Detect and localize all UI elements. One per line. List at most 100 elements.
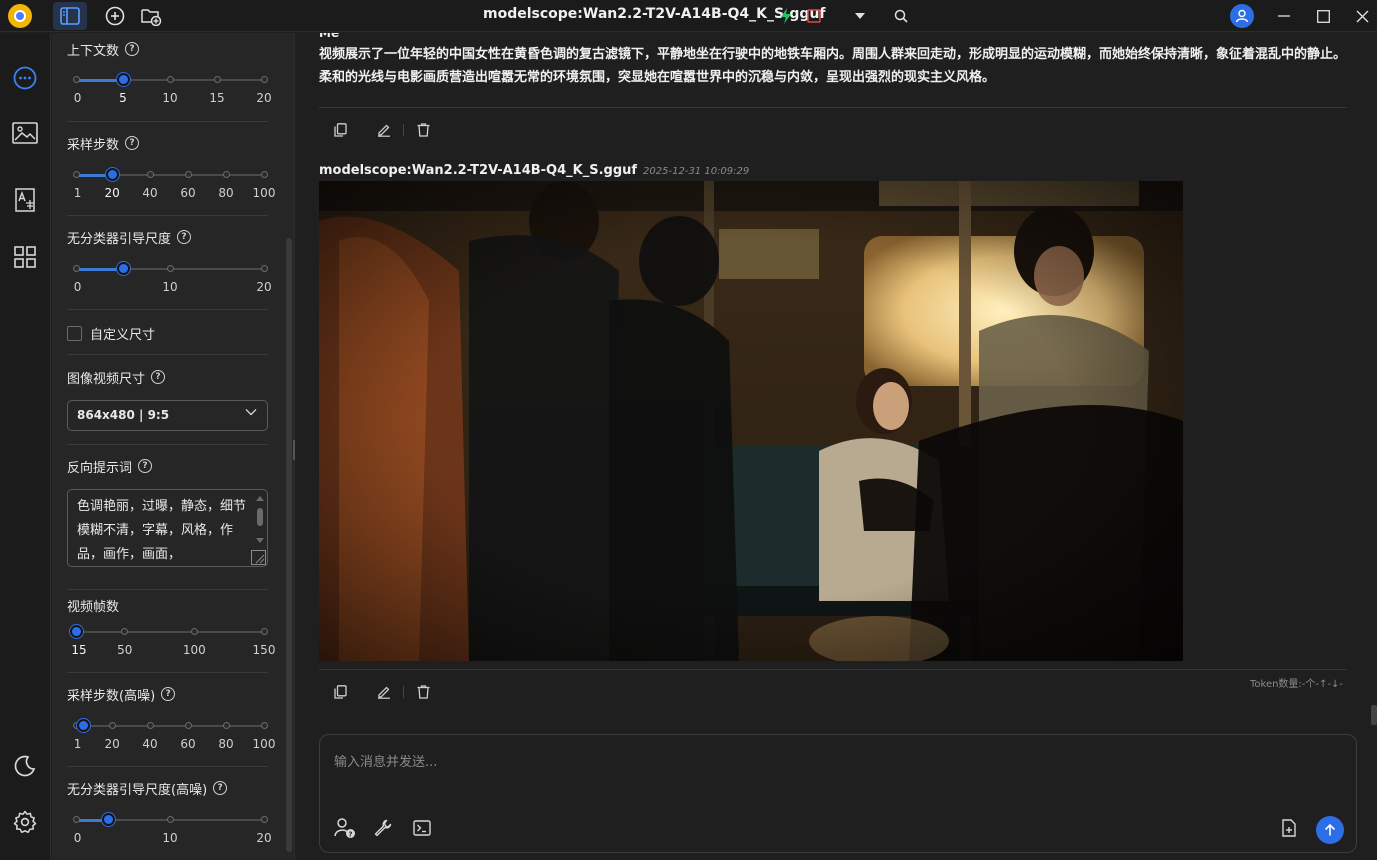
image-video-size-setting: 图像视频尺寸? xyxy=(67,367,268,387)
cfg-scale-high-slider[interactable]: 0 10 20 xyxy=(67,813,272,847)
help-icon[interactable]: ? xyxy=(161,687,176,701)
custom-size-setting[interactable]: 自定义尺寸 xyxy=(67,323,268,343)
message-input-box[interactable]: 输入消息并发送... ? xyxy=(319,734,1357,853)
slider-knob[interactable] xyxy=(116,262,130,275)
edit-button[interactable] xyxy=(375,683,393,701)
arrow-up-icon xyxy=(1324,823,1336,836)
moon-icon xyxy=(14,755,36,777)
wrench-icon xyxy=(374,819,392,837)
settings-button[interactable] xyxy=(8,805,42,839)
textarea-scrollbar[interactable] xyxy=(257,508,263,526)
cfg-scale-slider[interactable]: 0 10 20 xyxy=(67,262,272,296)
close-button[interactable] xyxy=(1345,0,1377,32)
trash-icon xyxy=(417,123,429,137)
video-frames-slider[interactable]: 15 50 100 150 xyxy=(67,625,275,659)
terminal-button[interactable] xyxy=(411,817,433,839)
slider-marks: 0 10 20 xyxy=(67,280,272,294)
message-divider xyxy=(319,107,1347,108)
new-folder-button[interactable] xyxy=(134,2,168,30)
ai-sender-name: modelscope:Wan2.2-T2V-A14B-Q4_K_S.gguf xyxy=(319,163,638,178)
maximize-icon xyxy=(1316,9,1330,23)
assistant-role-button[interactable]: ? xyxy=(334,817,356,839)
ai-sender-row: modelscope:Wan2.2-T2V-A14B-Q4_K_S.gguf 20… xyxy=(319,163,749,178)
slider[interactable] xyxy=(69,625,268,639)
slider[interactable] xyxy=(72,73,268,87)
help-icon[interactable]: ? xyxy=(125,136,140,150)
slider[interactable] xyxy=(72,719,268,733)
scroll-up-icon[interactable] xyxy=(256,495,264,501)
send-button[interactable] xyxy=(1316,816,1344,844)
delete-button[interactable] xyxy=(414,683,432,701)
connection-status[interactable] xyxy=(772,2,800,30)
slider-knob[interactable] xyxy=(105,168,119,181)
maximize-button[interactable] xyxy=(1306,0,1340,32)
help-icon[interactable]: ? xyxy=(177,230,192,244)
slider-tick xyxy=(146,722,154,729)
negative-prompt-text: 色调艳丽，过曝，静态，细节模糊不清，字幕，风格，作品，画作，画面， xyxy=(77,499,247,562)
slider[interactable] xyxy=(72,813,268,827)
folder-add-icon xyxy=(141,9,162,26)
user-question-icon: ? xyxy=(334,818,355,839)
slider-knob[interactable] xyxy=(77,719,91,732)
slider-marks: 1 20 40 60 80 100 xyxy=(67,186,276,200)
stop-button[interactable] xyxy=(800,2,828,30)
minimize-button[interactable] xyxy=(1267,0,1301,32)
generated-video[interactable] xyxy=(319,181,1183,661)
image-video-size-select[interactable]: 864x480 | 9:5 xyxy=(67,400,268,431)
pencil-icon xyxy=(378,686,390,699)
attach-file-button[interactable] xyxy=(1278,817,1300,839)
search-button[interactable] xyxy=(884,2,918,30)
slider-knob[interactable] xyxy=(116,73,130,86)
model-dropdown-button[interactable] xyxy=(843,2,877,30)
user-account-button[interactable] xyxy=(1227,2,1257,30)
copy-button[interactable] xyxy=(331,121,349,139)
svg-text:?: ? xyxy=(348,831,352,839)
nav-rail xyxy=(0,33,51,860)
nav-chat[interactable] xyxy=(8,61,42,95)
copy-button[interactable] xyxy=(331,683,349,701)
resize-handle-icon[interactable] xyxy=(251,550,266,565)
slider-mark-label: 100 xyxy=(252,186,276,200)
right-panel-handle[interactable] xyxy=(1371,705,1377,725)
sampling-steps-high-setting: 采样步数(高噪)? xyxy=(67,684,268,704)
help-icon[interactable]: ? xyxy=(138,459,153,473)
message-timestamp: 2025-12-31 10:09:29 xyxy=(643,166,750,177)
delete-button[interactable] xyxy=(414,121,432,139)
user-message-actions xyxy=(331,121,432,139)
slider[interactable] xyxy=(72,262,268,276)
slider-tick xyxy=(260,265,268,272)
slider-knob[interactable] xyxy=(69,625,83,638)
help-icon[interactable]: ? xyxy=(213,781,228,795)
nav-images[interactable] xyxy=(8,116,42,150)
help-icon[interactable]: ? xyxy=(151,370,166,384)
slider-mark-label: 60 xyxy=(180,186,196,200)
plus-circle-icon xyxy=(105,6,125,26)
copy-icon xyxy=(333,123,347,137)
tools-button[interactable] xyxy=(372,817,394,839)
slider-tick xyxy=(72,171,80,178)
settings-scrollbar[interactable] xyxy=(286,238,292,852)
scroll-down-icon[interactable] xyxy=(256,538,264,544)
edit-button[interactable] xyxy=(375,121,393,139)
nav-translate[interactable] xyxy=(8,183,42,217)
new-chat-button[interactable] xyxy=(98,2,132,30)
context-count-slider[interactable]: 0 5 10 15 20 xyxy=(67,73,272,107)
sampling-steps-high-slider[interactable]: 1 20 40 60 80 100 xyxy=(67,719,275,753)
slider[interactable] xyxy=(72,168,268,182)
toggle-sidebar-button[interactable] xyxy=(53,2,87,30)
slider-knob[interactable] xyxy=(102,813,116,826)
video-frame-image xyxy=(319,181,1183,661)
custom-size-checkbox[interactable] xyxy=(67,325,82,341)
slider-tick xyxy=(72,265,80,272)
message-input[interactable]: 输入消息并发送... xyxy=(334,751,437,770)
theme-toggle-button[interactable] xyxy=(8,749,42,783)
minimize-icon xyxy=(1278,15,1290,17)
negative-prompt-textarea[interactable]: 色调艳丽，过曝，静态，细节模糊不清，字幕，风格，作品，画作，画面， xyxy=(67,489,268,567)
sampling-steps-slider[interactable]: 1 20 40 60 80 100 xyxy=(67,168,276,202)
slider-mark-label: 40 xyxy=(142,737,158,751)
selected-size: 864x480 | 9:5 xyxy=(77,408,170,422)
help-icon[interactable]: ? xyxy=(125,42,140,56)
nav-apps[interactable] xyxy=(8,240,42,274)
negative-prompt-label: 反向提示词 xyxy=(67,460,133,476)
slider-mark-label: 20 xyxy=(256,91,272,105)
